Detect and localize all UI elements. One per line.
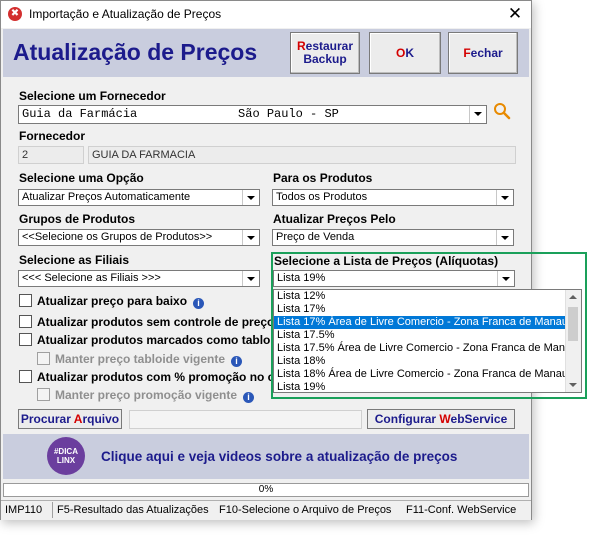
- dica-linx-logo: #DICA LINX: [47, 437, 85, 475]
- chevron-down-icon[interactable]: [242, 190, 259, 205]
- restore-backup-button[interactable]: Restaurar Backup: [290, 32, 360, 74]
- promotion-checkbox[interactable]: Atualizar produtos com % promoção no cad…: [19, 370, 271, 384]
- lower-price-checkbox[interactable]: Atualizar preço para baixo i: [19, 294, 205, 309]
- banner-link[interactable]: Clique aqui e veja videos sobre a atuali…: [101, 449, 457, 464]
- info-icon[interactable]: i: [231, 356, 243, 367]
- fornecedor-label: Fornecedor: [19, 129, 86, 143]
- main-window: ✖ Importação e Atualização de Preços ✕ A…: [0, 0, 587, 520]
- status-f11: F11-Conf. WebService: [406, 504, 517, 516]
- checkbox-box[interactable]: [37, 352, 50, 365]
- dropdown-option[interactable]: Lista 17%: [274, 303, 581, 316]
- checkbox-box[interactable]: [19, 315, 32, 328]
- status-f10: F10-Selecione o Arquivo de Preços: [219, 504, 392, 516]
- fornecedor-name: GUIA DA FARMACIA: [88, 146, 516, 164]
- products-select[interactable]: Todos os Produtos: [272, 189, 514, 206]
- ok-button[interactable]: OK: [369, 32, 441, 74]
- dropdown-scrollbar[interactable]: [565, 290, 581, 392]
- chevron-down-icon[interactable]: [242, 271, 259, 286]
- chevron-down-icon[interactable]: [497, 271, 514, 286]
- groups-label: Grupos de Produtos: [19, 212, 136, 226]
- file-path-field[interactable]: [129, 410, 362, 429]
- info-icon[interactable]: i: [193, 298, 205, 309]
- keep-promotion-checkbox[interactable]: Manter preço promoção vigente i: [37, 388, 255, 403]
- progress-label: 0%: [258, 484, 274, 495]
- close-icon[interactable]: ✕: [499, 1, 531, 28]
- supplier-select[interactable]: Guia da Farmácia São Paulo - SP: [18, 105, 487, 124]
- page-title: Atualização de Preços: [13, 39, 258, 65]
- title-bar: ✖ Importação e Atualização de Preços ✕: [1, 1, 531, 28]
- update-by-label: Atualizar Preços Pelo: [273, 212, 396, 226]
- search-icon[interactable]: [493, 102, 511, 120]
- header-panel: Atualização de Preços Restaurar Backup OK…: [3, 29, 529, 77]
- dropdown-option[interactable]: Lista 18%: [274, 355, 581, 368]
- close-button[interactable]: Fechar: [448, 32, 518, 74]
- price-list-dropdown[interactable]: Lista 12% Lista 17% Lista 17% Área de Livr…: [273, 289, 582, 393]
- chevron-down-icon[interactable]: [242, 230, 259, 245]
- price-list-label: Selecione a Lista de Preços (Alíquotas): [274, 254, 499, 268]
- fornecedor-code: 2: [18, 146, 84, 164]
- app-icon: ✖: [8, 7, 22, 21]
- status-bar: IMP110 F5-Resultado das Atualizações F10…: [1, 500, 531, 520]
- info-icon[interactable]: i: [243, 392, 255, 403]
- checkbox-box[interactable]: [19, 294, 32, 307]
- update-by-select[interactable]: Preço de Venda: [272, 229, 514, 246]
- keep-tabloid-checkbox[interactable]: Manter preço tabloide vigente i: [37, 352, 243, 367]
- dropdown-option[interactable]: Lista 17.5%: [274, 329, 581, 342]
- branches-label: Selecione as Filiais: [19, 253, 130, 267]
- dropdown-option[interactable]: Lista 17% Área de Livre Comercio - Zona …: [274, 316, 581, 329]
- browse-file-button[interactable]: Procurar Arquivo: [18, 409, 122, 429]
- branches-select[interactable]: <<< Selecione as Filiais >>>: [18, 270, 260, 287]
- chevron-down-icon[interactable]: [496, 230, 513, 245]
- no-price-control-checkbox[interactable]: Atualizar produtos sem controle de preço: [19, 315, 271, 329]
- scroll-thumb[interactable]: [568, 307, 578, 341]
- checkbox-box[interactable]: [37, 388, 50, 401]
- checkbox-box[interactable]: [19, 370, 32, 383]
- scroll-down-icon[interactable]: [569, 383, 577, 387]
- status-code: IMP110: [5, 504, 43, 516]
- tabloid-checkbox[interactable]: Atualizar produtos marcados como tabloid…: [19, 333, 271, 347]
- price-list-select[interactable]: Lista 19%: [273, 270, 515, 287]
- chevron-down-icon[interactable]: [496, 190, 513, 205]
- window-title: Importação e Atualização de Preços: [29, 7, 222, 21]
- scroll-up-icon[interactable]: [569, 295, 577, 299]
- progress-bar: 0%: [3, 483, 529, 497]
- dropdown-option[interactable]: Lista 19%: [274, 381, 581, 392]
- dropdown-option[interactable]: Lista 12%: [274, 290, 581, 303]
- tips-banner[interactable]: #DICA LINX Clique aqui e veja videos sobr…: [3, 434, 529, 479]
- dropdown-option[interactable]: Lista 17.5% Área de Livre Comercio - Zon…: [274, 342, 581, 355]
- groups-select[interactable]: <<Selecione os Grupos de Produtos>>: [18, 229, 260, 246]
- dropdown-option[interactable]: Lista 18% Área de Livre Comercio - Zona …: [274, 368, 581, 381]
- products-label: Para os Produtos: [273, 171, 373, 185]
- checkbox-box[interactable]: [19, 333, 32, 346]
- chevron-down-icon[interactable]: [469, 106, 486, 123]
- supplier-label: Selecione um Fornecedor: [19, 89, 166, 103]
- configure-webservice-button[interactable]: Configurar WebService: [367, 409, 515, 429]
- option-label: Selecione uma Opção: [19, 171, 144, 185]
- status-f5: F5-Resultado das Atualizações: [57, 504, 209, 516]
- option-select[interactable]: Atualizar Preços Automaticamente: [18, 189, 260, 206]
